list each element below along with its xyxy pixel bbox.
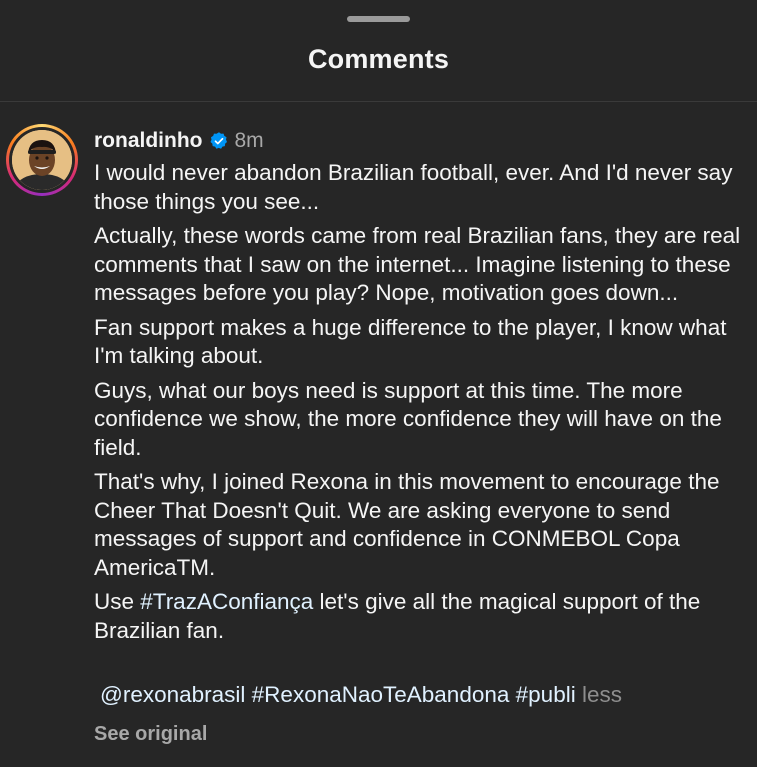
comment-paragraph: Actually, these words came from real Bra… bbox=[94, 223, 741, 305]
comment-timestamp: 8m bbox=[234, 129, 264, 152]
avatar-ring-gap bbox=[9, 127, 75, 193]
paragraph-prefix: Use bbox=[94, 589, 141, 614]
hashtag-link[interactable]: #publi bbox=[516, 682, 576, 707]
comment-paragraph: Fan support makes a huge difference to t… bbox=[94, 314, 727, 369]
avatar[interactable] bbox=[12, 130, 72, 190]
comment-paragraph: Guys, what our boys need is support at t… bbox=[94, 377, 722, 460]
header-divider bbox=[0, 101, 757, 102]
comment-body: I would never abandon Brazilian football… bbox=[94, 159, 744, 651]
see-less-link[interactable]: less bbox=[582, 682, 622, 707]
sheet-title: Comments bbox=[307, 44, 450, 74]
comment-paragraph: I would never abandon Brazilian football… bbox=[94, 160, 733, 214]
comments-sheet: Comments ronaldinho 8m I would never aba… bbox=[0, 0, 757, 767]
comment-paragraph: That's why, I joined Rexona in this move… bbox=[94, 469, 720, 580]
sheet-drag-handle[interactable] bbox=[347, 16, 410, 22]
verified-badge-icon bbox=[210, 132, 227, 149]
mention-link[interactable]: @rexonabrasil bbox=[100, 682, 245, 707]
comment-paragraph-last: Use #TrazAConfiança let's give all the m… bbox=[94, 588, 744, 645]
hashtag-link[interactable]: #RexonaNaoTeAbandona bbox=[252, 682, 510, 707]
tags-row: @rexonabrasil #RexonaNaoTeAbandona #publ… bbox=[100, 681, 622, 710]
see-original-button[interactable]: See original bbox=[94, 723, 207, 746]
hashtag-link[interactable]: #TrazAConfiança bbox=[140, 589, 313, 614]
avatar-story-ring[interactable] bbox=[6, 124, 78, 196]
avatar-image bbox=[12, 130, 72, 190]
comment-header: ronaldinho 8m bbox=[94, 128, 264, 154]
username-link[interactable]: ronaldinho bbox=[94, 129, 203, 153]
